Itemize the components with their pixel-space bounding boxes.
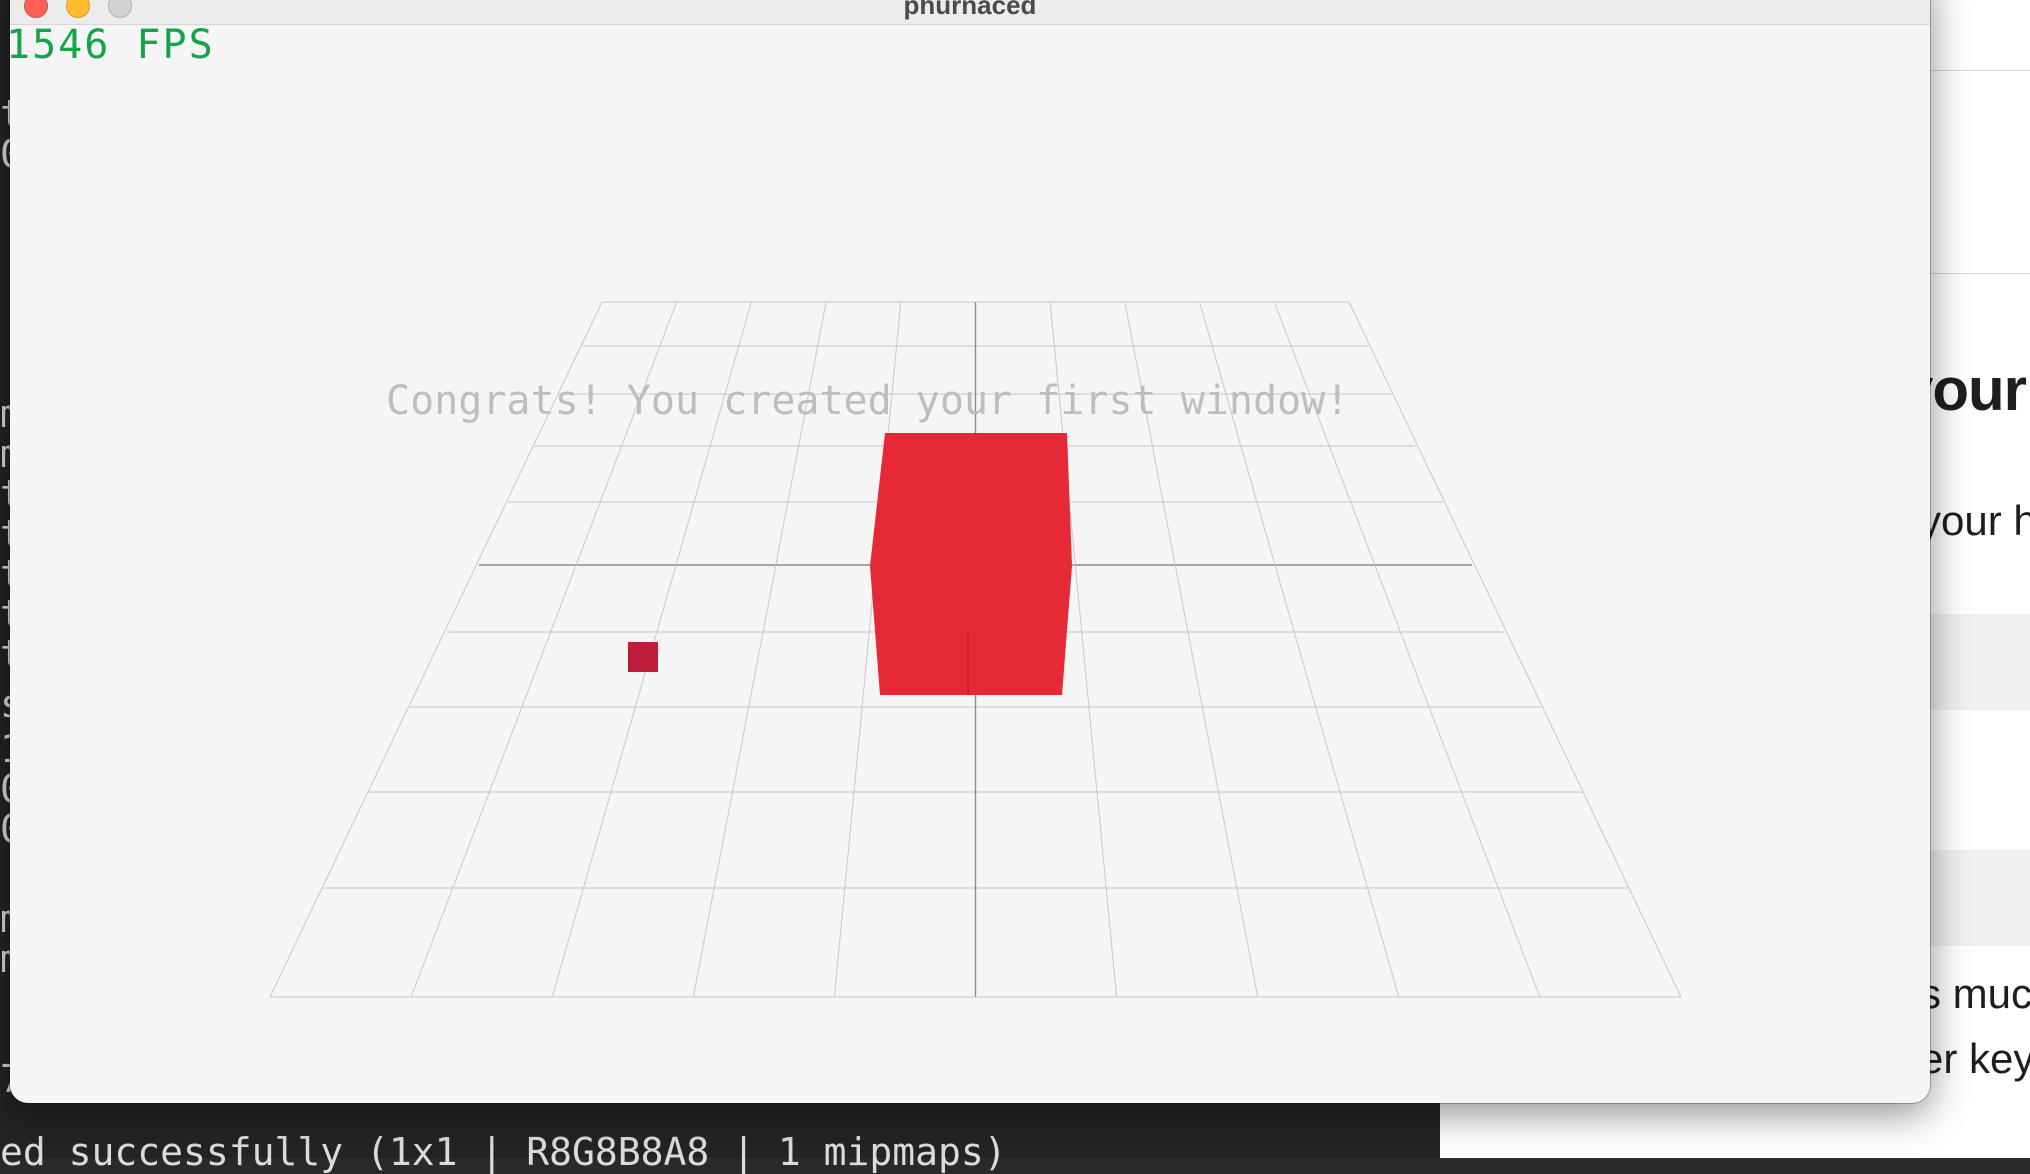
webpage-paragraph: your h xyxy=(1920,497,2030,544)
app-window[interactable]: phurnaced 1546 FPS Congrats! You created… xyxy=(10,0,1930,1103)
congrats-text: Congrats! You created your first window! xyxy=(386,378,1350,424)
webpage-code-block xyxy=(1920,850,2030,946)
webpage-code-block xyxy=(1920,614,2030,710)
webpage-paragraph: s muc xyxy=(1920,970,2030,1017)
cube-face xyxy=(870,433,1072,695)
render-viewport[interactable]: 1546 FPS Congrats! You created your firs… xyxy=(10,0,1930,1103)
red-cube xyxy=(870,433,1072,695)
webpage-paragraph: er key xyxy=(1920,1035,2030,1082)
grid-line xyxy=(1348,301,1682,998)
small-red-square xyxy=(628,642,658,672)
terminal-bottom-line: ed successfully (1x1 | R8G8B8A8 | 1 mipm… xyxy=(0,1130,1007,1174)
fps-counter: 1546 FPS xyxy=(10,22,215,68)
scene-canvas xyxy=(269,301,1682,998)
